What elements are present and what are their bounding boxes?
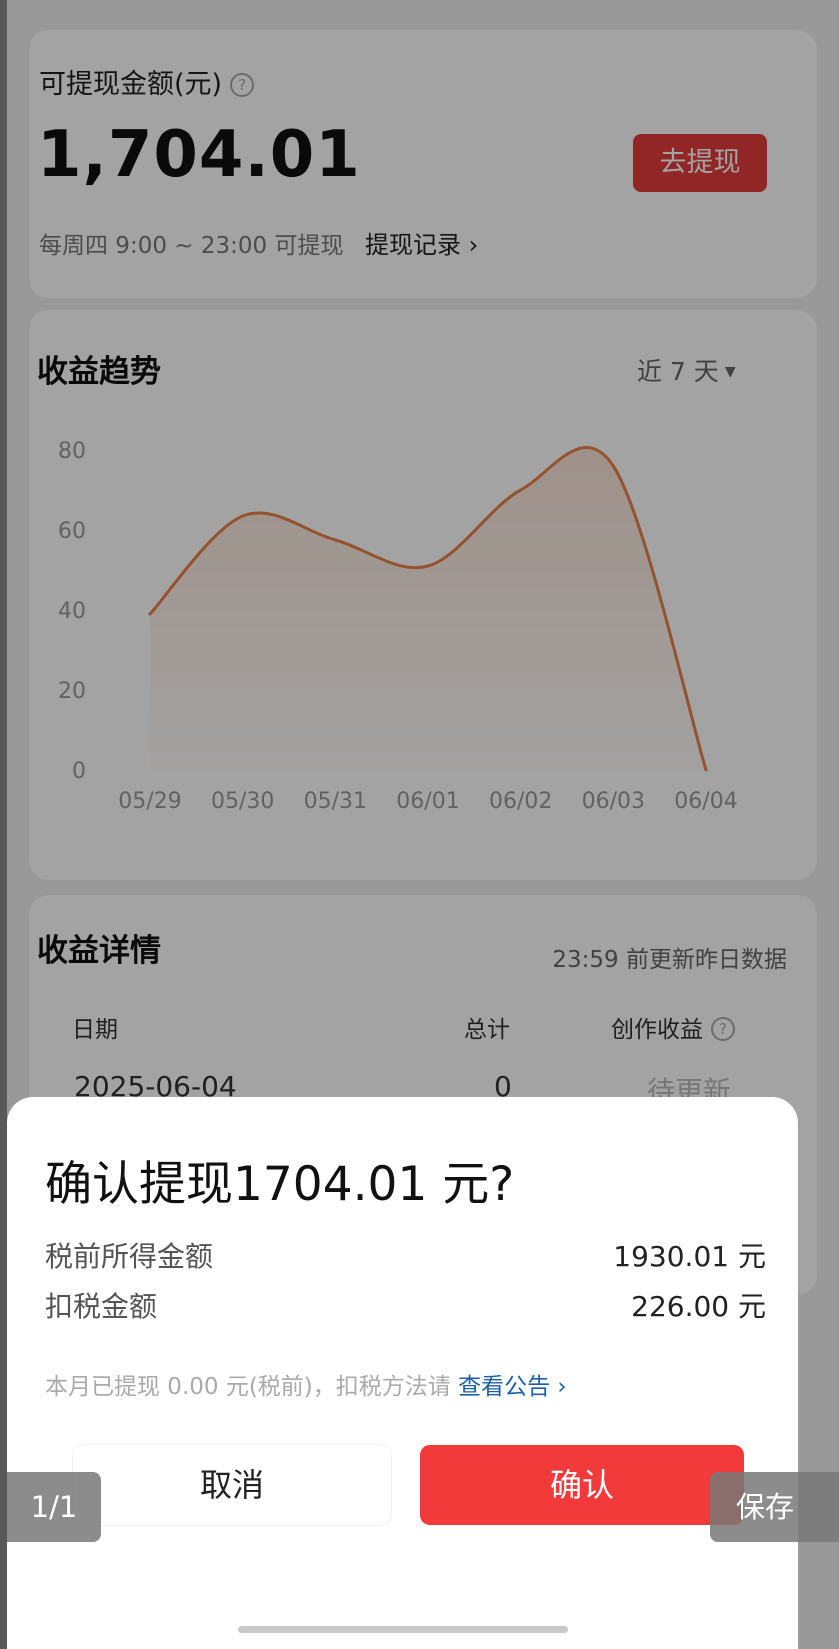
confirm-button[interactable]: 确认 xyxy=(420,1445,744,1525)
tax-amount-label: 扣税金额 xyxy=(45,1290,158,1323)
view-notice-link[interactable]: 查看公告 › xyxy=(458,1374,567,1400)
confirm-title: 确认提现1704.01 元? xyxy=(45,1157,515,1212)
pretax-amount-value: 1930.01 元 xyxy=(613,1240,766,1273)
tax-note: 本月已提现 0.00 元(税前)，扣税方法请 查看公告 › xyxy=(45,1367,567,1401)
cancel-button[interactable]: 取消 xyxy=(73,1445,391,1525)
page-counter: 1/1 xyxy=(7,1472,101,1542)
pretax-amount-label: 税前所得金额 xyxy=(45,1240,214,1273)
save-button[interactable]: 保存 xyxy=(710,1472,839,1542)
tax-note-text: 本月已提现 0.00 元(税前)，扣税方法请 xyxy=(45,1374,451,1400)
tax-amount-value: 226.00 元 xyxy=(631,1290,766,1323)
confirm-withdraw-sheet: 确认提现1704.01 元? 税前所得金额 1930.01 元 扣税金额 226… xyxy=(7,1097,798,1649)
home-indicator[interactable] xyxy=(238,1626,568,1633)
